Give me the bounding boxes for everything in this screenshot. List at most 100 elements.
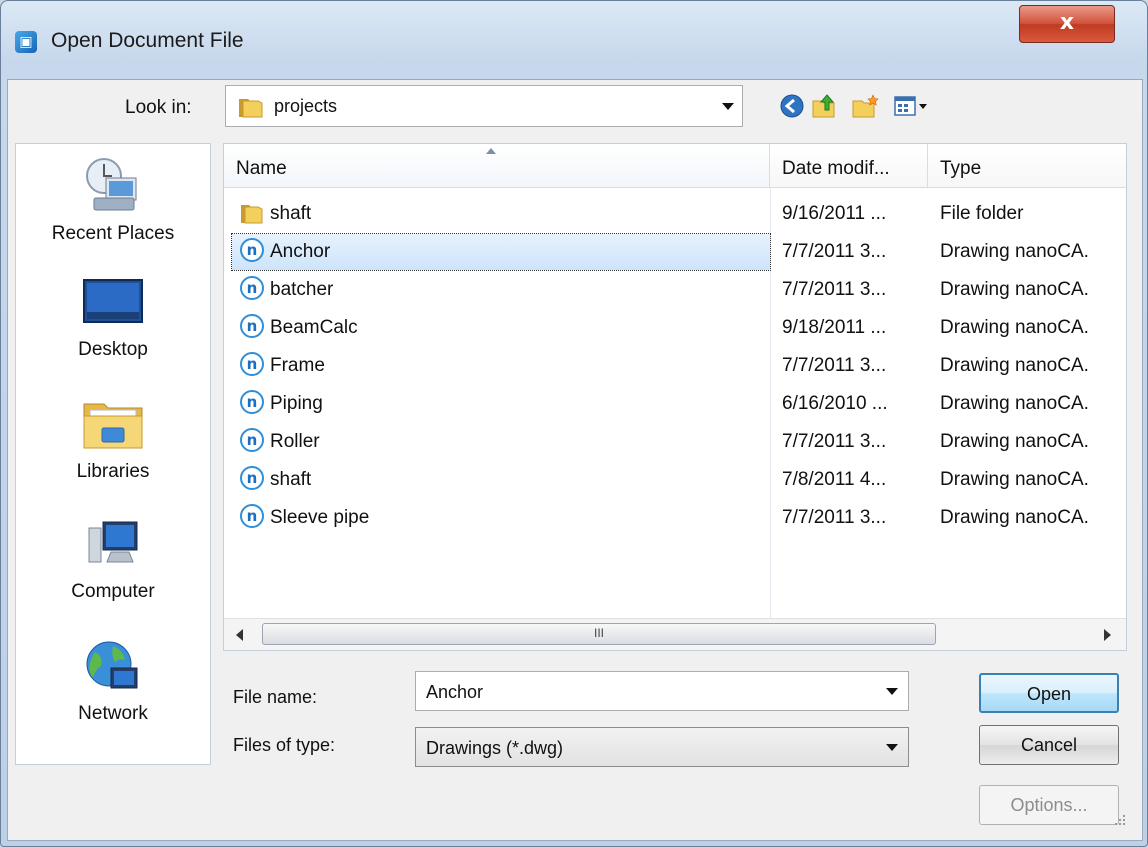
back-icon[interactable] (779, 93, 805, 119)
up-folder-icon[interactable] (811, 93, 839, 119)
filename-input[interactable]: Anchor (415, 671, 909, 711)
nanocad-file-icon: n (240, 352, 264, 376)
places-bar: Recent Places Desktop Libraries Computer… (15, 143, 211, 765)
file-name-cell[interactable]: n Sleeve pipe (232, 500, 770, 536)
column-label: Date modif... (782, 158, 890, 179)
lookin-label: Look in: (125, 97, 192, 118)
nanocad-file-icon: n (240, 238, 264, 262)
chevron-down-icon[interactable] (886, 744, 898, 751)
place-label: Recent Places (51, 223, 175, 244)
chevron-down-icon[interactable] (722, 103, 734, 110)
place-network[interactable]: Network (16, 638, 210, 725)
column-header-type[interactable]: Type (928, 144, 1126, 188)
file-name: Roller (270, 431, 320, 452)
file-name-cell[interactable]: n batcher (232, 272, 770, 308)
title-bar[interactable]: ▣ Open Document File x (1, 1, 1147, 79)
file-date: 9/18/2011 ... (782, 317, 887, 338)
desktop-icon (83, 279, 143, 323)
place-label: Desktop (78, 339, 148, 360)
close-button[interactable]: x (1019, 5, 1115, 43)
file-date: 7/7/2011 3... (782, 507, 887, 528)
file-type: Drawing nanoCA. (940, 317, 1089, 338)
scroll-left-icon[interactable] (236, 629, 243, 641)
file-date: 7/7/2011 3... (782, 431, 887, 452)
file-name: shaft (270, 469, 312, 490)
file-name-cell[interactable]: shaft (232, 196, 770, 232)
folder-icon (239, 99, 263, 118)
file-date: 7/7/2011 3... (782, 241, 887, 262)
recent-places-icon (86, 158, 137, 211)
file-list[interactable]: Name Date modif... Type shaft 9/16/2011 .… (223, 143, 1127, 651)
file-date: 7/7/2011 3... (782, 355, 887, 376)
filetype-label: Files of type: (233, 735, 336, 755)
file-name: batcher (270, 279, 334, 300)
column-header-date[interactable]: Date modif... (770, 144, 928, 188)
network-icon (86, 641, 138, 689)
file-name: shaft (270, 203, 312, 224)
horizontal-scrollbar[interactable]: III (224, 618, 1126, 650)
nanocad-file-icon: n (240, 466, 264, 490)
file-name: BeamCalc (270, 317, 358, 338)
chevron-down-icon[interactable] (886, 688, 898, 695)
file-row[interactable]: n Anchor 7/7/2011 3... Drawing nanoCA. (231, 233, 1126, 271)
file-name-cell[interactable]: n Frame (232, 348, 770, 384)
scroll-right-icon[interactable] (1104, 629, 1111, 641)
file-name-cell[interactable]: n Anchor (231, 233, 771, 271)
scrollbar-thumb[interactable]: III (262, 623, 936, 645)
lookin-combo[interactable]: projects (225, 85, 743, 127)
file-row[interactable]: n Roller 7/7/2011 3... Drawing nanoCA. (232, 424, 1126, 460)
view-menu-icon[interactable] (893, 93, 929, 119)
resize-grip-icon[interactable] (1113, 813, 1127, 827)
open-button[interactable]: Open (979, 673, 1119, 713)
column-label: Name (236, 158, 287, 179)
file-name-cell[interactable]: n Piping (232, 386, 770, 422)
sort-ascending-icon (486, 148, 496, 154)
nanocad-file-icon: n (240, 276, 264, 300)
file-row[interactable]: n Sleeve pipe 7/7/2011 3... Drawing nanoCA. (232, 500, 1126, 536)
file-type: Drawing nanoCA. (940, 393, 1089, 414)
file-date: 6/16/2010 ... (782, 393, 888, 414)
nanocad-file-icon: n (240, 314, 264, 338)
file-type: File folder (940, 203, 1024, 224)
filename-label: File name: (233, 687, 318, 707)
file-date: 9/16/2011 ... (782, 203, 887, 224)
file-row[interactable]: n Frame 7/7/2011 3... Drawing nanoCA. (232, 348, 1126, 384)
nanocad-file-icon: n (240, 428, 264, 452)
nanocad-file-icon: n (240, 504, 264, 528)
filetype-select[interactable]: Drawings (*.dwg) (415, 727, 909, 767)
column-label: Type (940, 158, 982, 179)
place-recent-places[interactable]: Recent Places (16, 154, 210, 245)
computer-icon (88, 521, 138, 563)
file-name-cell[interactable]: n Roller (232, 424, 770, 460)
file-row[interactable]: n BeamCalc 9/18/2011 ... Drawing nanoCA. (232, 310, 1126, 346)
file-type: Drawing nanoCA. (940, 279, 1089, 300)
column-header-name[interactable]: Name (224, 144, 770, 188)
place-label: Computer (71, 581, 155, 602)
new-folder-icon[interactable] (851, 93, 881, 119)
place-computer[interactable]: Computer (16, 516, 210, 603)
file-row[interactable]: n shaft 7/8/2011 4... Drawing nanoCA. (232, 462, 1126, 498)
file-name: Anchor (270, 241, 331, 262)
app-icon: ▣ (15, 31, 37, 53)
place-desktop[interactable]: Desktop (16, 274, 210, 361)
file-row[interactable]: shaft 9/16/2011 ... File folder (232, 196, 1126, 232)
folder-icon (241, 205, 263, 224)
file-type: Drawing nanoCA. (940, 355, 1089, 376)
file-row[interactable]: n batcher 7/7/2011 3... Drawing nanoCA. (232, 272, 1126, 308)
dialog-title: Open Document File (51, 29, 244, 52)
file-type: Drawing nanoCA. (940, 431, 1089, 452)
options-button: Options... (979, 785, 1119, 825)
file-name: Sleeve pipe (270, 507, 370, 528)
file-type: Drawing nanoCA. (940, 469, 1089, 490)
nanocad-file-icon: n (240, 390, 264, 414)
file-date: 7/7/2011 3... (782, 279, 887, 300)
libraries-icon (83, 403, 143, 449)
file-name-cell[interactable]: n shaft (232, 462, 770, 498)
cancel-button[interactable]: Cancel (979, 725, 1119, 765)
file-name-cell[interactable]: n BeamCalc (232, 310, 770, 346)
filetype-value: Drawings (*.dwg) (426, 738, 564, 758)
place-libraries[interactable]: Libraries (16, 394, 210, 483)
file-name: Piping (270, 393, 323, 414)
file-type: Drawing nanoCA. (940, 241, 1089, 262)
file-row[interactable]: n Piping 6/16/2010 ... Drawing nanoCA. (232, 386, 1126, 422)
